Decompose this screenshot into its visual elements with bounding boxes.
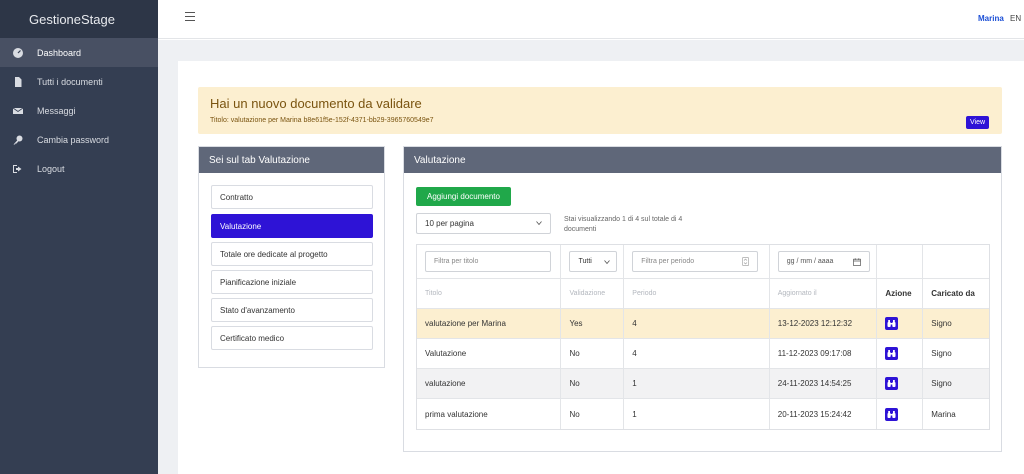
showing-text: Stai visualizzando 1 di 4 sul totale di …: [564, 216, 683, 233]
table-row[interactable]: Valutazione No 4 11-12-2023 09:17:08 Sig…: [417, 339, 989, 369]
tabs-card-header: Sei sul tab Valutazione: [199, 147, 384, 173]
table-row[interactable]: valutazione per Marina Yes 4 13-12-2023 …: [417, 309, 989, 339]
tab-pianificazione[interactable]: Pianificazione iniziale: [211, 270, 373, 294]
stepper-icon[interactable]: [742, 257, 750, 266]
view-document-button[interactable]: [885, 317, 899, 330]
validation-filter-select[interactable]: Tutti: [569, 251, 618, 272]
sidebar-item-label: Tutti i documenti: [37, 76, 103, 87]
binoculars-icon: [887, 320, 896, 327]
cell-aggiornato: 11-12-2023 09:17:08: [770, 339, 878, 368]
envelope-icon: [13, 106, 23, 116]
add-document-button[interactable]: Aggiungi documento: [416, 187, 511, 206]
cell-titolo: valutazione per Marina: [417, 309, 562, 338]
view-document-button[interactable]: [885, 407, 899, 421]
sidebar: GestioneStage Dashboard Tutti i document…: [0, 0, 158, 474]
date-filter-placeholder: gg / mm / aaaa: [786, 258, 834, 265]
sidebar-item-messages[interactable]: Messaggi: [0, 96, 158, 125]
user-name[interactable]: Marina: [978, 14, 1004, 23]
language-switch[interactable]: EN: [1010, 14, 1021, 23]
column-header-periodo[interactable]: Periodo: [624, 279, 770, 308]
cell-aggiornato: 24-11-2023 14:54:25: [770, 369, 878, 398]
cell-periodo: 1: [624, 399, 770, 429]
cell-titolo: valutazione: [417, 369, 562, 398]
tab-certificato-medico[interactable]: Certificato medico: [211, 326, 373, 350]
documents-card: Valutazione Aggiungi documento 10 per pa…: [403, 146, 1002, 452]
sidebar-item-label: Messaggi: [37, 105, 76, 116]
sidebar-item-label: Cambia password: [37, 134, 110, 145]
tabs-card: Sei sul tab Valutazione Contratto Valuta…: [198, 146, 385, 368]
sidebar-item-logout[interactable]: Logout: [0, 154, 158, 183]
chevron-down-icon: [604, 260, 611, 265]
binoculars-icon: [887, 410, 896, 418]
table-row[interactable]: prima valutazione No 1 20-11-2023 15:24:…: [417, 399, 989, 429]
cell-validazione: No: [561, 399, 625, 429]
sidebar-item-label: Dashboard: [37, 47, 82, 58]
tab-totale-ore[interactable]: Totale ore dedicate al progetto: [211, 242, 373, 266]
cell-validazione: No: [561, 339, 625, 368]
tab-contratto[interactable]: Contratto: [211, 185, 373, 209]
cell-periodo: 4: [624, 339, 770, 368]
cell-caricato: Signo: [931, 319, 952, 328]
column-header-azione: Azione: [877, 279, 924, 308]
cell-caricato: Marina: [931, 409, 956, 419]
documents-card-header: Valutazione: [404, 147, 1001, 173]
cell-validazione: Yes: [561, 309, 625, 338]
binoculars-icon: [887, 380, 896, 387]
cell-validazione: No: [561, 369, 625, 398]
date-filter-input[interactable]: gg / mm / aaaa: [777, 251, 870, 272]
per-page-value: 10 per pagina: [425, 219, 474, 228]
cell-titolo: prima valutazione: [417, 399, 562, 429]
view-document-button[interactable]: [885, 347, 899, 360]
tab-valutazione[interactable]: Valutazione: [211, 214, 373, 238]
column-header-aggiornato[interactable]: Aggiornato il: [770, 279, 878, 308]
cell-aggiornato: 13-12-2023 12:12:32: [770, 309, 878, 338]
tab-stato-avanzamento[interactable]: Stato d'avanzamento: [211, 298, 373, 322]
chevron-down-icon: [536, 221, 542, 226]
period-filter-placeholder: Filtra per periodo: [641, 258, 695, 265]
title-filter-input[interactable]: Filtra per titolo: [425, 251, 551, 272]
column-header-validazione[interactable]: Validazione: [561, 279, 625, 308]
cell-titolo: Valutazione: [417, 339, 562, 368]
per-page-select[interactable]: 10 per pagina: [416, 213, 551, 234]
logout-icon: [13, 164, 23, 174]
alert-subtitle: Titolo: valutazione per Marina b8e61f5e-…: [210, 117, 434, 124]
cell-periodo: 1: [624, 369, 770, 398]
cell-aggiornato: 20-11-2023 15:24:42: [770, 399, 878, 429]
brand-logo[interactable]: GestioneStage: [0, 0, 158, 38]
period-filter-input[interactable]: Filtra per periodo: [632, 251, 759, 272]
binoculars-icon: [887, 350, 896, 357]
column-header-titolo[interactable]: Titolo: [417, 279, 562, 308]
table-header-row: Titolo Validazione Periodo Aggiornato il…: [417, 279, 989, 309]
user-menu[interactable]: Marina EN: [978, 14, 1021, 23]
validation-filter-value: Tutti: [578, 258, 592, 265]
key-icon: [13, 135, 23, 145]
calendar-icon[interactable]: [852, 258, 861, 266]
topbar: Marina EN: [158, 0, 1024, 39]
sidebar-item-label: Logout: [37, 163, 65, 174]
hamburger-menu-icon[interactable]: [185, 12, 195, 22]
view-button[interactable]: View: [966, 116, 989, 129]
sidebar-item-documents[interactable]: Tutti i documenti: [0, 67, 158, 96]
filter-row: Filtra per titolo Tutti Filtra per perio…: [417, 245, 989, 279]
file-icon: [13, 76, 23, 87]
view-document-button[interactable]: [885, 377, 899, 390]
alert-title: Hai un nuovo documento da validare: [210, 96, 422, 111]
column-header-caricato: Caricato da: [931, 289, 975, 298]
cell-periodo: 4: [624, 309, 770, 338]
documents-table: Filtra per titolo Tutti Filtra per perio…: [416, 244, 990, 430]
cell-caricato: Signo: [931, 379, 952, 388]
sidebar-item-dashboard[interactable]: Dashboard: [0, 38, 158, 67]
dashboard-icon: [13, 47, 23, 58]
cell-caricato: Signo: [931, 349, 952, 358]
sidebar-item-change-password[interactable]: Cambia password: [0, 125, 158, 154]
table-row[interactable]: valutazione No 1 24-11-2023 14:54:25 Sig…: [417, 369, 989, 399]
new-document-alert: Hai un nuovo documento da validare Titol…: [198, 87, 1002, 134]
